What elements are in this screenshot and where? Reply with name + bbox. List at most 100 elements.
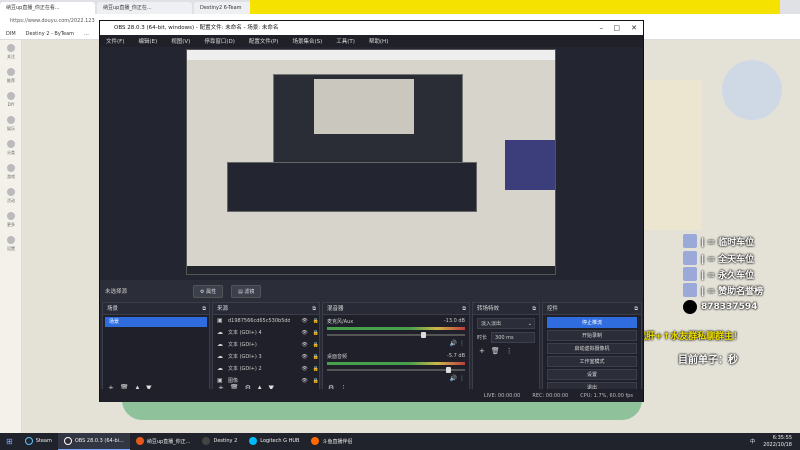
taskbar-app-label: Destiny 2 (213, 438, 238, 444)
kebab-icon[interactable]: ⋮ (459, 340, 465, 347)
menu-profile[interactable]: 配置文件(P) (249, 37, 279, 45)
speaker-icon[interactable]: 🔊 (450, 340, 457, 347)
bookmark-item[interactable]: ... (84, 31, 89, 37)
badge-label: | = 全天车位 (701, 254, 755, 265)
popout-icon[interactable]: ⧉ (634, 303, 638, 315)
obs-preview[interactable] (100, 47, 643, 280)
menu-view[interactable]: 视图(V) (171, 37, 190, 45)
source-item[interactable]: ▣ d1987566cd65c530b5ddf 👁 🔒 (213, 315, 319, 327)
streamer-avatar (722, 60, 782, 120)
transition-select[interactable]: 淡入淡出 ⌄ (477, 318, 535, 329)
scene-item[interactable]: 场景 (105, 317, 207, 327)
lock-icon[interactable]: 🔒 (313, 327, 319, 339)
settings-button[interactable]: 设置 (547, 369, 637, 380)
source-item[interactable]: ☁ 文本 (GDI+) 2 👁 🔒 (213, 363, 319, 375)
popout-icon[interactable]: ⧉ (532, 303, 536, 315)
taskbar-app-ghub[interactable]: Logitech G HUB (243, 433, 305, 450)
lock-icon[interactable]: 🔒 (313, 339, 319, 351)
start-recording-button[interactable]: 开始录制 (547, 330, 637, 341)
scenes-title: 场景 (107, 306, 119, 312)
overlay-qq: 878337594 (683, 299, 757, 315)
sidebar-item[interactable]: 娱乐 (0, 112, 22, 136)
trash-icon[interactable]: 🗑 (491, 347, 500, 355)
menu-docks[interactable]: 停靠窗口(D) (204, 37, 235, 45)
taskbar-app-destiny[interactable]: Destiny 2 (196, 433, 243, 450)
taskbar-app-label: 斗鱼直播伴侣 (322, 438, 353, 445)
volume-slider[interactable] (327, 332, 465, 338)
lock-icon[interactable]: 🔒 (313, 363, 319, 375)
taskbar-app-browser[interactable]: 纳豆up直播_你正... (130, 433, 197, 450)
sidebar-item[interactable]: 更多 (0, 208, 22, 232)
source-item[interactable]: ☁ 文本 (GDI+) 3 👁 🔒 (213, 351, 319, 363)
menu-edit[interactable]: 编辑(E) (138, 37, 157, 45)
destiny-icon (202, 437, 211, 445)
volume-slider[interactable] (327, 367, 465, 373)
visibility-eye-icon[interactable]: 👁 (301, 339, 307, 351)
ime-indicator[interactable]: 中 (750, 438, 755, 445)
duration-input[interactable]: 300 ms (491, 332, 535, 343)
maximize-icon[interactable]: □ (613, 21, 620, 35)
popout-icon[interactable]: ⧉ (202, 303, 206, 315)
menu-file[interactable]: 文件(F) (106, 37, 124, 45)
studio-mode-button[interactable]: 工作室模式 (547, 356, 637, 367)
filters-button[interactable]: ▤ 滤镜 (231, 284, 262, 298)
kebab-icon[interactable]: ⋮ (506, 347, 513, 355)
sidebar-item[interactable]: 关注 (0, 40, 22, 64)
source-name: d1987566cd65c530b5ddf (228, 318, 290, 324)
badge-label: | = 赞助名誉榜 (701, 286, 764, 297)
browser-tab[interactable]: 纳豆up直播_你正在看... (0, 2, 95, 14)
channel-db: -13.0 dB (443, 318, 465, 324)
sidebar-item-label: 更多 (7, 222, 15, 227)
source-item[interactable]: ☁ 文本 (GDI+) 4 👁 🔒 (213, 327, 319, 339)
visibility-eye-icon[interactable]: 👁 (301, 327, 307, 339)
source-item[interactable]: ☁ 文本 (GDI+) 👁 🔒 (213, 339, 319, 351)
sidebar-item-label: 娱乐 (7, 126, 15, 131)
menu-help[interactable]: 帮助(H) (369, 37, 388, 45)
visibility-eye-icon[interactable]: 👁 (301, 363, 307, 375)
sidebar-item[interactable]: 游戏 (0, 160, 22, 184)
popout-icon[interactable]: ⧉ (462, 303, 466, 315)
menu-tools[interactable]: 工具(T) (336, 37, 355, 45)
sidebar-item-label: 关注 (7, 54, 15, 59)
sidebar-item[interactable]: 推荐 (0, 64, 22, 88)
visibility-eye-icon[interactable]: 👁 (301, 315, 307, 327)
popout-icon[interactable]: ⧉ (312, 303, 316, 315)
cpu-status: CPU: 1.7%, 60.00 fps (580, 392, 633, 399)
taskbar-app-label: Logitech G HUB (260, 438, 300, 444)
sidebar-item[interactable]: 活动 (0, 184, 22, 208)
sidebar-item[interactable]: 分类 (0, 136, 22, 160)
lock-icon[interactable]: 🔒 (313, 315, 319, 327)
properties-button[interactable]: ⚙ 属性 (193, 284, 224, 298)
menu-scene-collection[interactable]: 场景集合(S) (292, 37, 322, 45)
slider-knob[interactable] (445, 367, 451, 373)
nav-icon (7, 68, 15, 76)
nav-icon (7, 188, 15, 196)
stop-streaming-button[interactable]: 停止推流 (547, 317, 637, 328)
minimize-icon[interactable]: – (600, 21, 604, 35)
browser-tab[interactable]: 纳豆up直播_你正在... (97, 2, 192, 14)
add-icon[interactable]: + (479, 347, 485, 355)
obs-menubar: 文件(F) 编辑(E) 视图(V) 停靠窗口(D) 配置文件(P) 场景集合(S… (100, 35, 643, 47)
start-button[interactable]: ⊞ (0, 433, 19, 450)
obs-titlebar[interactable]: OBS 28.0.3 (64-bit, windows) - 配置文件: 未命名… (100, 21, 643, 35)
taskbar-app-obs[interactable]: OBS 28.0.3 (64-bi... (57, 433, 130, 450)
slider-knob[interactable] (420, 332, 426, 338)
lock-icon[interactable]: 🔒 (313, 351, 319, 363)
controls-title: 控件 (547, 306, 559, 312)
visibility-eye-icon[interactable]: 👁 (301, 351, 307, 363)
taskbar-app-steam[interactable]: Steam (19, 433, 58, 450)
taskbar-app-label: 纳豆up直播_你正... (146, 438, 191, 445)
close-icon[interactable]: ✕ (631, 21, 637, 35)
badge-icon (683, 251, 697, 265)
sidebar-item[interactable]: 设置 (0, 232, 22, 256)
taskbar-app-douyu[interactable]: 斗鱼直播伴侣 (305, 433, 358, 450)
sidebar-item[interactable]: DIY (0, 88, 22, 112)
address-text[interactable]: https://www.douyu.com/2022.123 (10, 18, 95, 24)
clock[interactable]: 6:35:55 2022/10/18 (763, 435, 792, 449)
sidebar-item-label: 活动 (7, 198, 15, 203)
overlay-current: 目前单子：秒 (678, 355, 738, 366)
bookmark-item[interactable]: Destiny 2 - ByTeam (26, 31, 74, 37)
bookmark-item[interactable]: DIM (6, 31, 16, 37)
text-icon: ☁ (217, 341, 223, 348)
virtual-camera-button[interactable]: 启动虚拟摄像机 (547, 343, 637, 354)
